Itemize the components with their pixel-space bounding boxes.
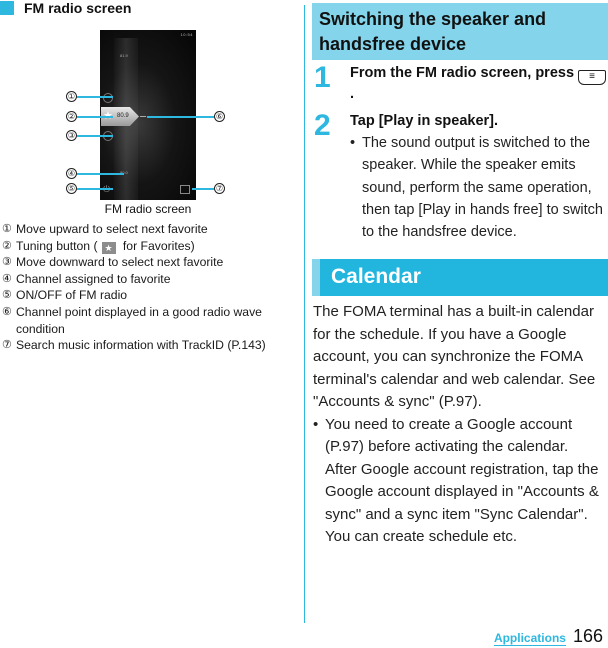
calendar-intro: The FOMA terminal has a built-in calenda…	[313, 303, 596, 410]
column-divider	[304, 5, 305, 623]
legend-item: ③ Move downward to select next favorite	[2, 255, 224, 270]
callout-1: ①	[66, 91, 113, 102]
legend-item: ⑦ Search music information with TrackID (…	[2, 338, 266, 353]
tuned-frequency: 80.9	[117, 113, 129, 119]
section-title: FM radio screen	[0, 0, 131, 16]
legend-item: ④ Channel assigned to favorite	[2, 271, 171, 286]
frequency-top-label: 81.9	[120, 53, 128, 58]
legend-item: ⑥ Channel point displayed in a good radio…	[2, 304, 262, 336]
step-2: 2 Tap [Play in speaker]. • The sound outp…	[312, 109, 608, 243]
legend-item: ① Move upward to select next favorite	[2, 222, 208, 236]
heading-calendar: Calendar	[312, 259, 608, 296]
menu-key-icon: ≡	[578, 70, 607, 85]
callout-3: ③	[66, 130, 113, 141]
status-bar-time: 10:54	[180, 32, 193, 37]
step-1: 1 From the FM radio screen, press ≡.	[312, 61, 608, 104]
step-number: 2	[314, 109, 331, 142]
legend-list: ① Move upward to select next favorite ② T…	[2, 221, 297, 354]
callout-2: ②	[66, 111, 113, 122]
footer-section-label: Applications	[493, 631, 566, 646]
legend-item: ② Tuning button (★ for Favorites)	[2, 238, 195, 254]
calendar-bullet-continued: After Google account registration, tap t…	[325, 460, 599, 546]
square-bullet-icon	[0, 1, 14, 15]
favorite-star-icon: ★	[101, 241, 116, 254]
channel-point	[140, 116, 146, 117]
section-title-text: FM radio screen	[24, 0, 132, 16]
callout-4: ④	[66, 168, 124, 179]
figure-caption: FM radio screen	[104, 202, 192, 216]
callout-5: ⑤	[66, 183, 113, 194]
callout-6: ⑥	[147, 111, 225, 122]
page-footer: Applications 166	[493, 626, 603, 647]
step-number: 1	[314, 61, 331, 94]
calendar-body: The FOMA terminal has a built-in calenda…	[313, 301, 608, 549]
trackid-icon	[180, 185, 190, 194]
callout-7: ⑦	[192, 183, 225, 194]
page-number: 166	[572, 626, 603, 646]
bullet-item: • You need to create a Google account (P.…	[313, 415, 573, 456]
bullet-item: • The sound output is switched to the spe…	[350, 135, 603, 241]
heading-switching-speaker: Switching the speaker and handsfree devi…	[312, 3, 608, 60]
legend-item: ⑤ ON/OFF of FM radio	[2, 288, 128, 303]
